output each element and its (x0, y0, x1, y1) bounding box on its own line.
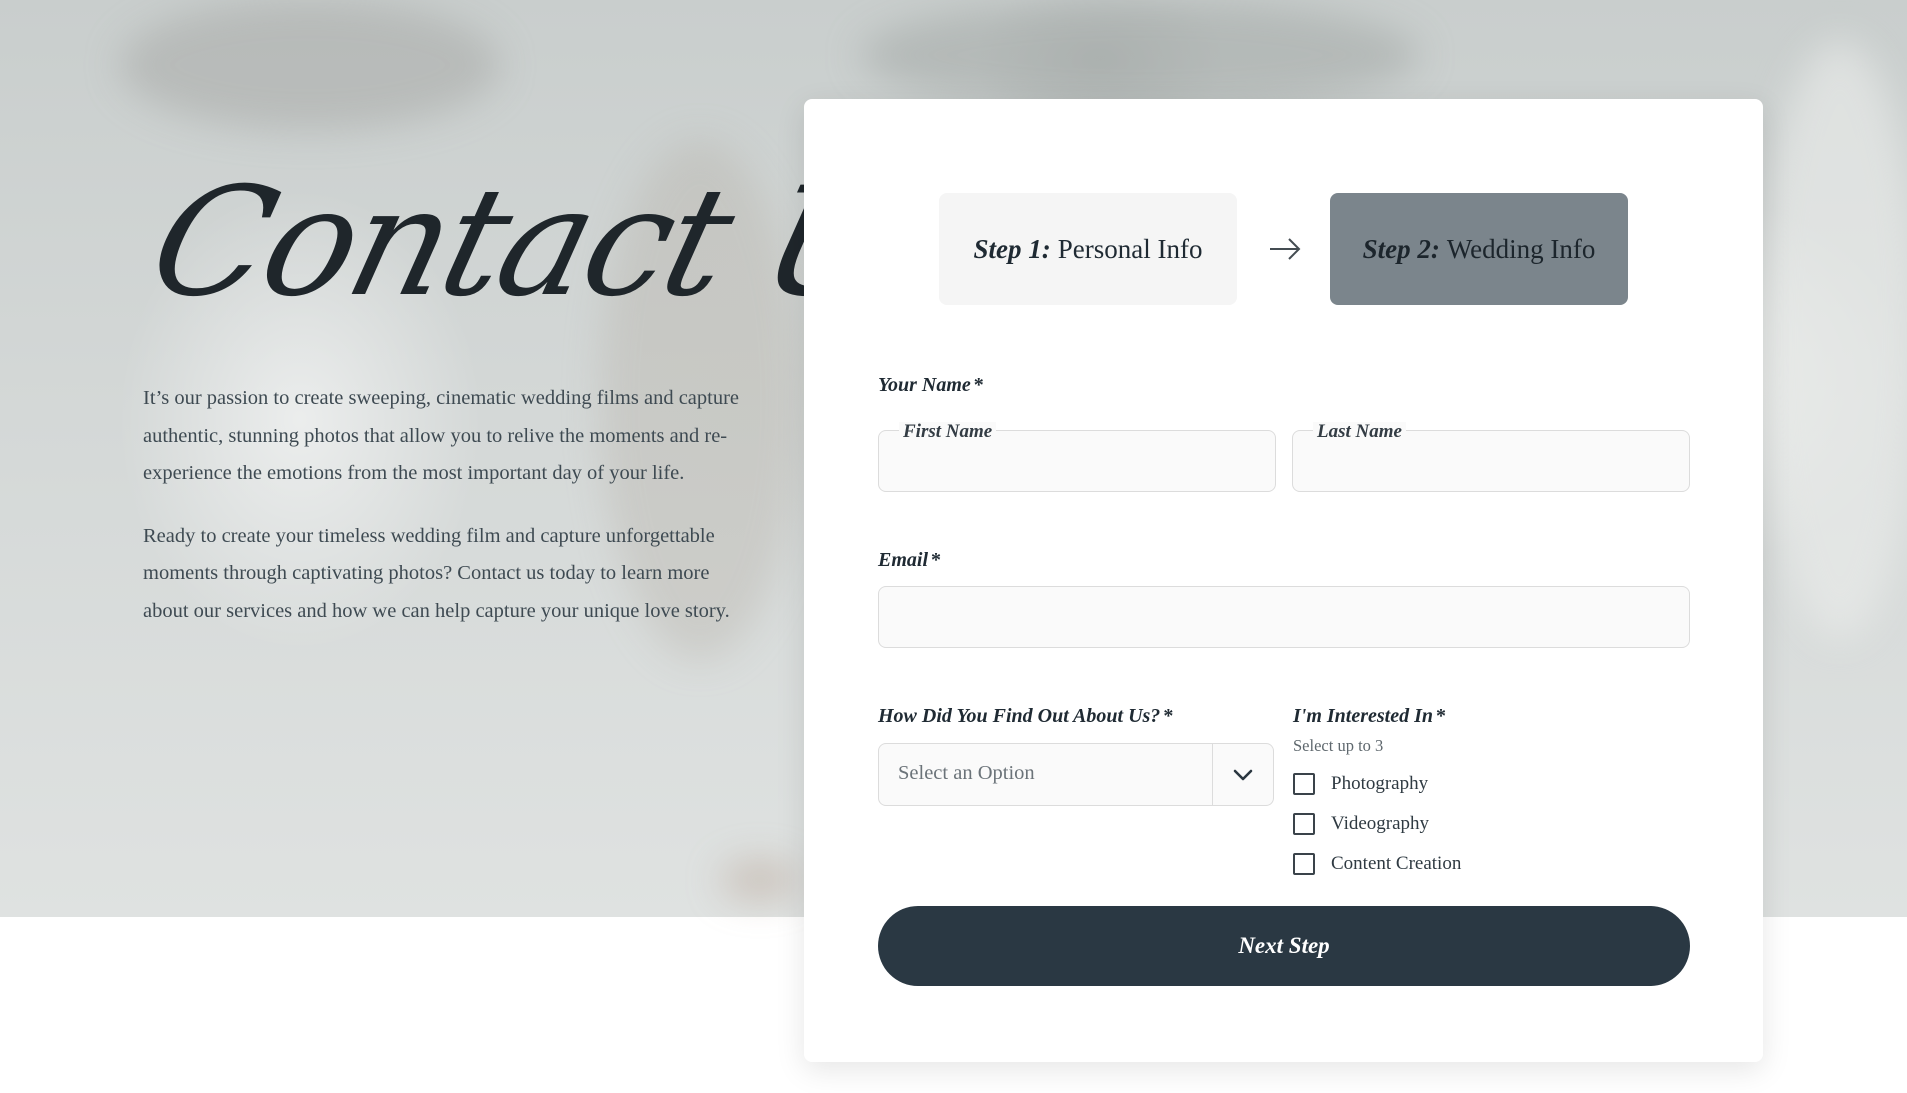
checkbox-label: Photography (1331, 773, 1429, 794)
email-label: Email * (878, 549, 941, 572)
source-select[interactable]: Select an Option (878, 743, 1274, 806)
checkbox-label: Content Creation (1331, 853, 1462, 874)
checkbox-box[interactable] (1293, 773, 1315, 795)
intro-text: It’s our passion to create sweeping, cin… (143, 380, 753, 655)
step-indicator: Step 1: Personal Info Step 2: Wedding In… (804, 193, 1763, 305)
required-mark: * (1163, 705, 1174, 727)
interest-hint: Select up to 3 (1293, 736, 1384, 755)
source-label: How Did You Find Out About Us? * (878, 705, 1173, 728)
checkbox-box[interactable] (1293, 813, 1315, 835)
required-mark: * (973, 374, 984, 396)
required-mark: * (931, 549, 942, 571)
checkbox-box[interactable] (1293, 853, 1315, 875)
hero-photo-shade (860, 0, 1420, 110)
select-divider (1212, 744, 1213, 805)
step-1-label: Personal Info (1057, 233, 1203, 264)
contact-form-card: Step 1: Personal Info Step 2: Wedding In… (804, 99, 1763, 1062)
hero-photo-shade (1760, 40, 1907, 640)
last-name-field[interactable]: Last Name (1292, 422, 1690, 492)
email-field[interactable] (878, 586, 1690, 648)
step-1-personal-info[interactable]: Step 1: Personal Info (939, 193, 1237, 305)
step-2-wedding-info[interactable]: Step 2: Wedding Info (1330, 193, 1628, 305)
hero-photo-shade (720, 860, 800, 900)
checkbox-content-creation[interactable]: Content Creation (1293, 851, 1461, 877)
required-mark: * (1436, 705, 1447, 727)
step-2-label: Wedding Info (1446, 233, 1596, 264)
hero-photo-shade (120, 0, 500, 130)
chevron-down-icon (1233, 769, 1253, 781)
intro-paragraph-1: It’s our passion to create sweeping, cin… (143, 387, 740, 484)
intro-paragraph-2: Ready to create your timeless wedding fi… (143, 524, 730, 622)
step-1-prefix: Step 1: (973, 233, 1051, 264)
first-name-label: First Name (899, 422, 997, 442)
your-name-label: Your Name * (878, 374, 984, 397)
checkbox-videography[interactable]: Videography (1293, 811, 1429, 837)
email-label-text: Email (878, 549, 929, 571)
step-2-prefix: Step 2: (1362, 233, 1440, 264)
source-label-text: How Did You Find Out About Us? (878, 705, 1161, 727)
checkbox-label: Videography (1331, 813, 1430, 834)
arrow-right-icon (1270, 238, 1301, 260)
interest-label-text: I'm Interested In (1293, 705, 1434, 727)
last-name-label: Last Name (1313, 422, 1406, 442)
next-step-button[interactable]: Next Step (878, 906, 1690, 986)
source-select-value: Select an Option (898, 762, 1035, 784)
interest-label: I'm Interested In * (1293, 705, 1446, 728)
checkbox-photography[interactable]: Photography (1293, 771, 1428, 797)
your-name-label-text: Your Name (878, 374, 971, 396)
first-name-field[interactable]: First Name (878, 422, 1276, 492)
